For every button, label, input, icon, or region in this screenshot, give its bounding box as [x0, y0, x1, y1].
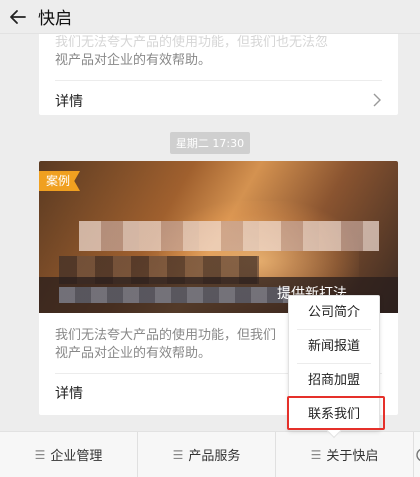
article-card-previous[interactable]: 我们无法夸大产品的使用功能，但我们也无法忽 视产品对企业的有效帮助。 详情	[39, 30, 398, 115]
details-label: 详情	[55, 386, 83, 402]
keyboard-toggle[interactable]	[414, 432, 420, 477]
blurred-headline	[79, 221, 379, 251]
nav-item-about[interactable]: ☰ 关于快启	[276, 432, 414, 477]
top-bar: 快启	[0, 0, 420, 34]
nav-label: 关于快启	[326, 449, 379, 464]
menu-item-company-intro[interactable]: 公司简介	[289, 296, 379, 329]
menu-lines-icon: ☰	[310, 447, 322, 462]
case-tag: 案例	[39, 171, 81, 191]
nav-label: 产品服务	[188, 449, 241, 464]
page-title: 快启	[38, 9, 72, 29]
chevron-right-icon	[372, 92, 382, 111]
menu-item-franchise[interactable]: 招商加盟	[289, 364, 379, 397]
bottom-menu-bar: ☰ 企业管理 ☰ 产品服务 ☰ 关于快启	[0, 431, 420, 477]
back-arrow-icon	[10, 9, 26, 24]
details-link[interactable]: 详情	[39, 81, 398, 115]
nav-label: 企业管理	[50, 449, 103, 464]
menu-lines-icon: ☰	[172, 447, 184, 462]
message-timestamp: 星期二 17:30	[0, 132, 420, 154]
back-button[interactable]	[0, 0, 36, 34]
timestamp-label: 星期二 17:30	[169, 132, 251, 154]
card-description: 我们无法夸大产品的使用功能，但我们也无法忽 视产品对企业的有效帮助。	[39, 30, 398, 70]
article-banner-image[interactable]: 提供新打法 案例	[39, 161, 398, 313]
desc-line: 视产品对企业的有效帮助。	[55, 53, 212, 68]
menu-lines-icon: ☰	[34, 447, 46, 462]
circle-icon	[416, 448, 420, 461]
menu-popup: 公司简介 新闻报道 招商加盟 联系我们	[288, 295, 380, 439]
menu-item-news[interactable]: 新闻报道	[289, 330, 379, 363]
nav-item-product-service[interactable]: ☰ 产品服务	[138, 432, 276, 477]
details-label: 详情	[55, 94, 83, 110]
desc-line: 我们无法夸大产品的使用功能，但我们也无法忽	[55, 35, 329, 50]
blurred-caption	[59, 287, 289, 303]
nav-item-enterprise-management[interactable]: ☰ 企业管理	[0, 432, 138, 477]
